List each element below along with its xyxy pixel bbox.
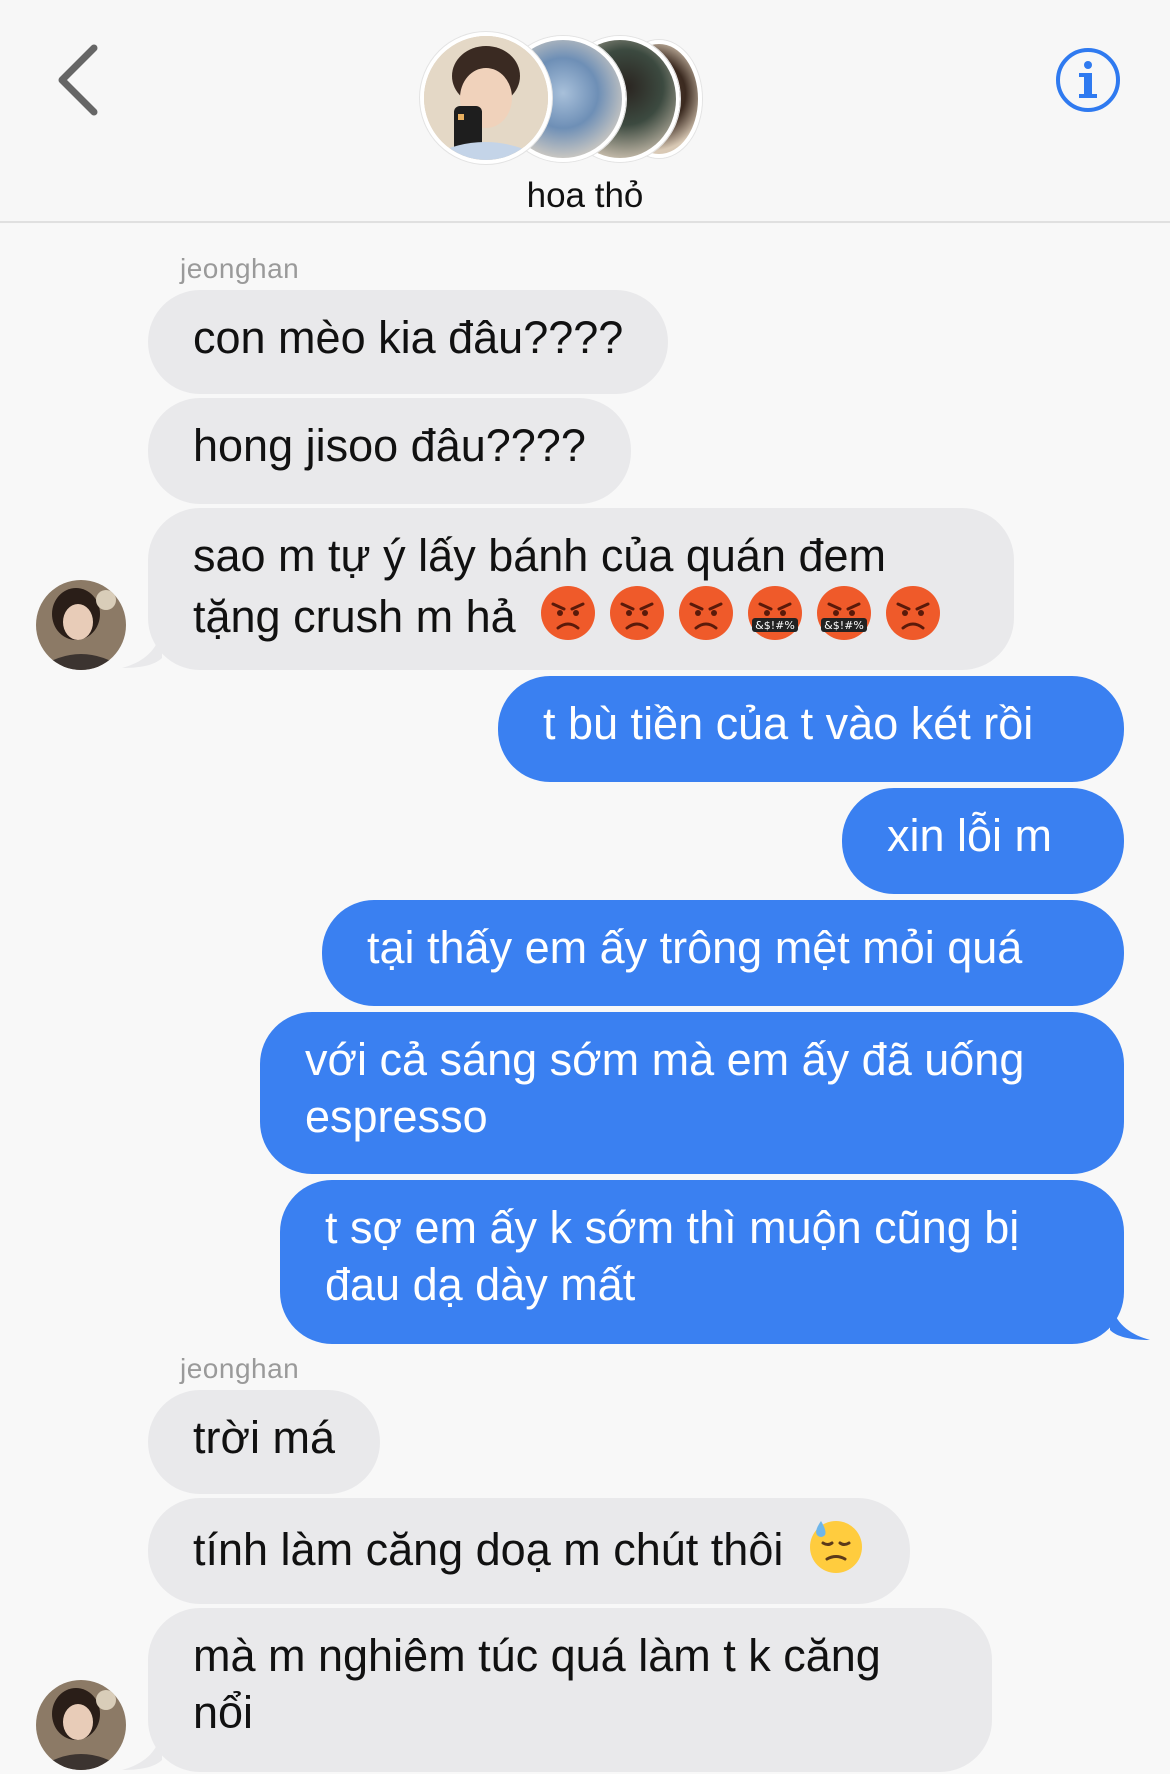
message-text: hong jisoo đâu???? [193, 420, 586, 471]
pouting-face-emoji [679, 586, 734, 640]
pouting-face-emoji [541, 586, 596, 640]
outgoing-message[interactable]: xin lỗi m [842, 788, 1124, 894]
chevron-left-icon [58, 44, 98, 116]
message-text: con mèo kia đâu???? [193, 312, 624, 363]
info-button[interactable] [1054, 46, 1122, 114]
downcast-face-with-sweat-emoji [809, 1521, 862, 1573]
incoming-message[interactable]: tính làm căng doạ m chút thôi [148, 1498, 910, 1604]
header-divider [0, 221, 1170, 223]
incoming-message[interactable]: sao m tự ý lấy bánh của quán đem tặng cr… [148, 508, 1014, 670]
group-avatar-stack[interactable] [420, 32, 710, 164]
incoming-message[interactable]: hong jisoo đâu???? [148, 398, 631, 504]
bubble-tail [1110, 1300, 1150, 1340]
message-text: t sợ em ấy k sớm thì muộn cũng bị [325, 1202, 1020, 1253]
message-text: tính làm căng doạ m chút thôi [193, 1524, 784, 1575]
incoming-message[interactable]: mà m nghiêm túc quá làm t k căng nổi [148, 1608, 992, 1772]
outgoing-message[interactable]: t sợ em ấy k sớm thì muộn cũng bị đau dạ… [280, 1180, 1124, 1344]
message-text: trời má [193, 1412, 336, 1463]
conversation-header: hoa thỏ [0, 0, 1170, 224]
pouting-face-emoji [610, 586, 665, 640]
message-text: tại thấy em ấy trông mệt mỏi quá [367, 922, 1023, 973]
group-member-avatar [420, 32, 552, 164]
info-circle-icon [1056, 48, 1120, 112]
bubble-tail [122, 1730, 162, 1770]
face-with-symbols-on-mouth-emoji: &$!#% [748, 586, 803, 640]
svg-text:&$!#%: &$!#% [755, 619, 795, 632]
outgoing-message[interactable]: với cả sáng sớm mà em ấy đã uống espress… [260, 1012, 1124, 1174]
back-button[interactable] [52, 40, 112, 120]
emoji-row: &$!#% &$!#% [528, 586, 942, 642]
message-text-line: tính làm căng doạ m chút thôi [193, 1517, 865, 1578]
message-text: espresso [305, 1091, 488, 1142]
message-text: t bù tiền của t vào két rồi [543, 698, 1034, 749]
message-text: sao m tự ý lấy bánh của quán đem [193, 530, 887, 581]
message-text: với cả sáng sớm mà em ấy đã uống [305, 1034, 1025, 1085]
message-text-line-2: tặng crush m hả &$!#% &$!#% [193, 584, 969, 645]
face-with-symbols-on-mouth-emoji: &$!#% [817, 586, 872, 640]
pouting-face-emoji [886, 586, 941, 640]
outgoing-message[interactable]: t bù tiền của t vào két rồi [498, 676, 1124, 782]
incoming-message[interactable]: trời má [148, 1390, 381, 1494]
sender-avatar[interactable] [36, 1680, 126, 1770]
bubble-tail [122, 628, 162, 668]
message-text: đau dạ dày mất [325, 1259, 636, 1310]
outgoing-message[interactable]: tại thấy em ấy trông mệt mỏi quá [322, 900, 1124, 1006]
message-text: nổi [193, 1687, 254, 1738]
sender-name: jeonghan [180, 1353, 300, 1384]
incoming-message[interactable]: con mèo kia đâu???? [148, 290, 669, 394]
svg-text:&$!#%: &$!#% [824, 619, 864, 632]
sender-avatar[interactable] [36, 580, 126, 670]
message-text: tặng crush m hả [193, 591, 516, 642]
message-text: mà m nghiêm túc quá làm t k căng [193, 1630, 881, 1681]
group-name[interactable]: hoa thỏ [0, 176, 1170, 216]
sender-name: jeonghan [180, 253, 300, 284]
message-text: xin lỗi m [887, 810, 1053, 861]
